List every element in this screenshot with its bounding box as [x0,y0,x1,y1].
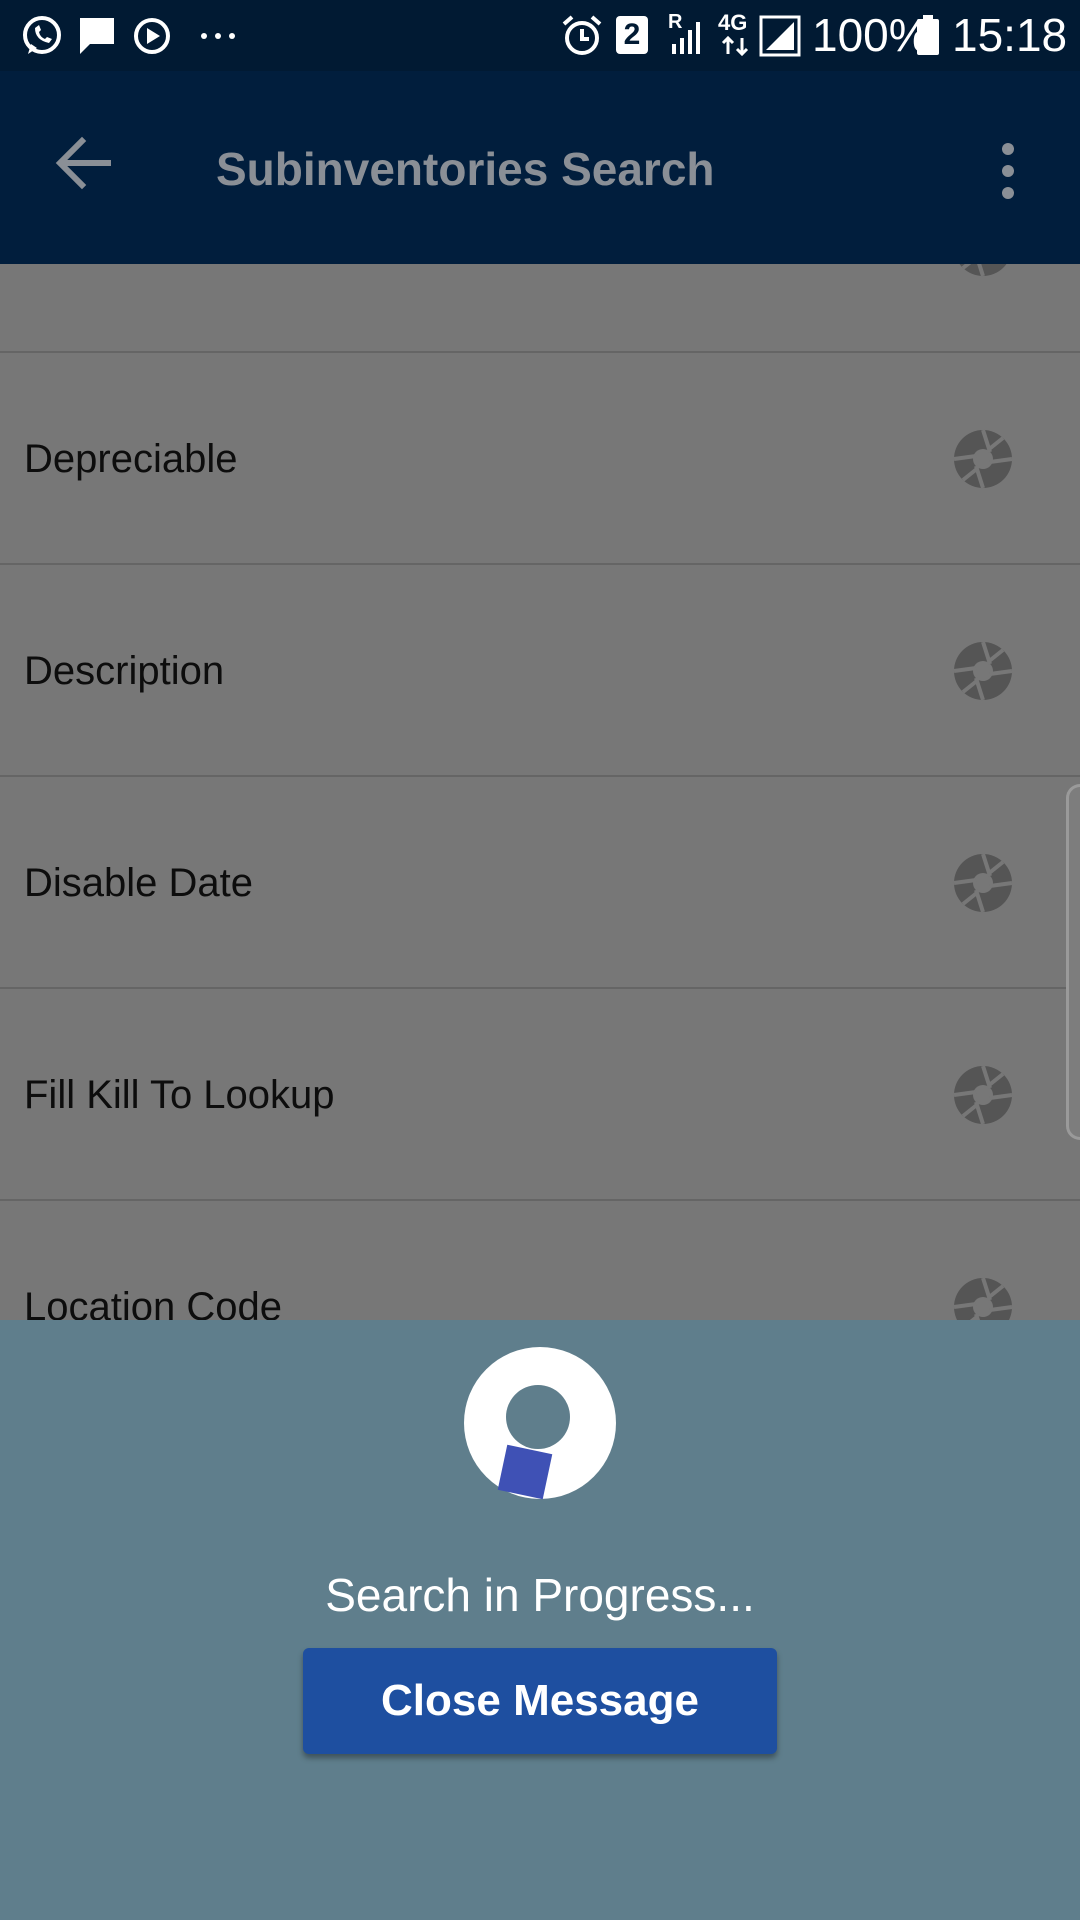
progress-message: Search in Progress... [325,1569,755,1621]
page-title: Subinventories Search [216,143,715,195]
notification-count-badge: 2 [616,16,648,54]
aperture-icon[interactable] [952,264,1014,278]
list-item-label: Description [24,648,225,693]
signal-roaming-icon [672,22,700,54]
list-item[interactable]: Description [0,565,1080,777]
list-item-label: Default Loc Status Id [24,264,395,353]
list-item[interactable]: Location Code [0,1201,1080,1320]
message-icon [80,18,114,54]
close-message-button[interactable]: Close Message [303,1648,777,1754]
list-item[interactable]: Disable Date [0,777,1080,989]
aperture-icon[interactable] [952,428,1014,490]
list-item-label: Fill Kill To Lookup [24,1072,335,1117]
list-item[interactable]: Depreciable [0,353,1080,565]
play-icon [134,18,170,54]
aperture-icon[interactable] [952,1064,1014,1126]
list-item-label: Disable Date [24,860,254,905]
more-vert-icon[interactable] [990,141,1026,201]
list-item[interactable]: Default Loc Status Id [0,264,1080,353]
aperture-icon[interactable] [952,640,1014,702]
data-arrows-icon [721,36,749,56]
edge-panel-handle[interactable] [1066,784,1080,1140]
app-bar: Subinventories Search [0,71,1080,264]
back-arrow-icon[interactable] [52,131,116,195]
list-item[interactable]: Fill Kill To Lookup [0,989,1080,1201]
status-bar: 2 R 4G 100% 15:18 [0,0,1080,71]
field-list: Default Loc Status Id Depreciable Descri… [0,264,1080,1320]
alarm-icon [562,15,602,55]
more-notifications-icon [201,33,235,39]
aperture-icon[interactable] [952,1276,1014,1320]
battery-icon [917,15,939,55]
list-item-label: Location Code [24,1284,282,1321]
whatsapp-icon [23,16,61,54]
network-type-label: 4G [718,10,748,35]
battery-percent: 100% [812,9,930,61]
list-item-label: Depreciable [24,436,238,481]
status-time: 15:18 [952,9,1068,61]
aperture-icon[interactable] [952,852,1014,914]
signal-icon [759,15,801,57]
loading-spinner-icon [464,1347,616,1500]
